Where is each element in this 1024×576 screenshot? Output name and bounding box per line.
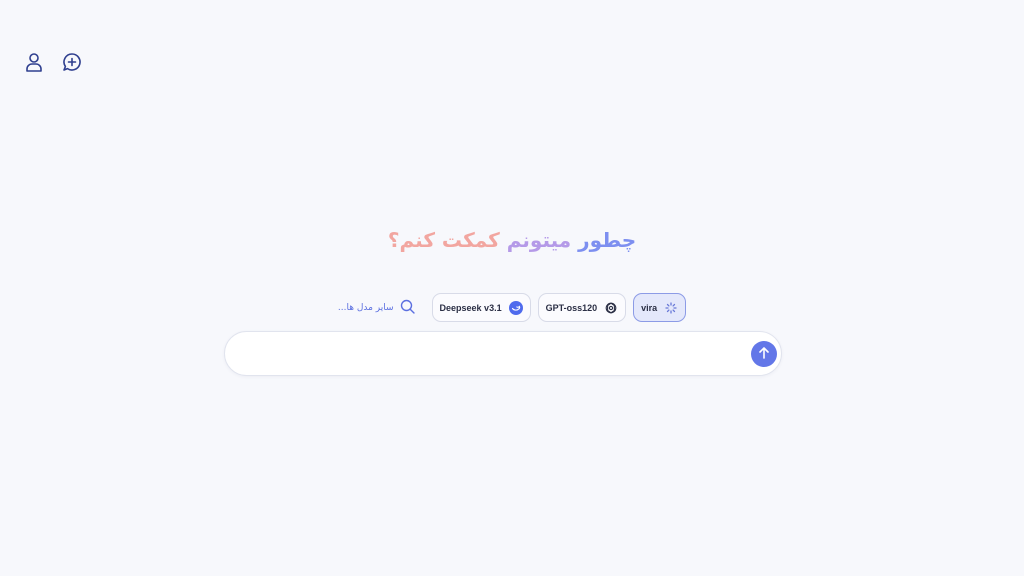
model-chip-label: Deepseek v3.1 <box>439 302 502 313</box>
model-chip-vira[interactable]: vira <box>633 293 687 322</box>
headline-part-2: میتونم <box>506 228 572 252</box>
top-toolbar <box>22 50 84 74</box>
headline-part-1: چطور <box>578 228 637 252</box>
chat-composer <box>224 331 782 376</box>
search-icon <box>400 299 415 317</box>
model-chip-label: vira <box>641 302 658 313</box>
model-selector: vira GPT-oss120 Deepseek v3.1 سایر مدل ه… <box>0 293 1024 322</box>
more-models-button[interactable]: سایر مدل ها... <box>338 299 415 317</box>
page-title: چطور میتونم کمکت کنم؟ <box>0 228 1024 252</box>
user-icon[interactable] <box>22 50 46 74</box>
model-chip-deepseek[interactable]: Deepseek v3.1 <box>431 293 531 322</box>
more-models-label: سایر مدل ها... <box>337 302 394 313</box>
model-chip-label: GPT-oss120 <box>545 302 598 313</box>
new-chat-icon[interactable] <box>60 50 84 74</box>
headline-part-3: کمکت کنم؟ <box>387 228 500 252</box>
openai-icon <box>604 301 618 315</box>
message-input[interactable] <box>285 332 765 375</box>
deepseek-icon <box>508 300 523 315</box>
model-chip-gpt-oss[interactable]: GPT-oss120 <box>537 293 627 322</box>
arrow-up-icon <box>757 345 771 364</box>
vira-spinner-icon <box>664 301 678 315</box>
send-button[interactable] <box>751 341 777 367</box>
